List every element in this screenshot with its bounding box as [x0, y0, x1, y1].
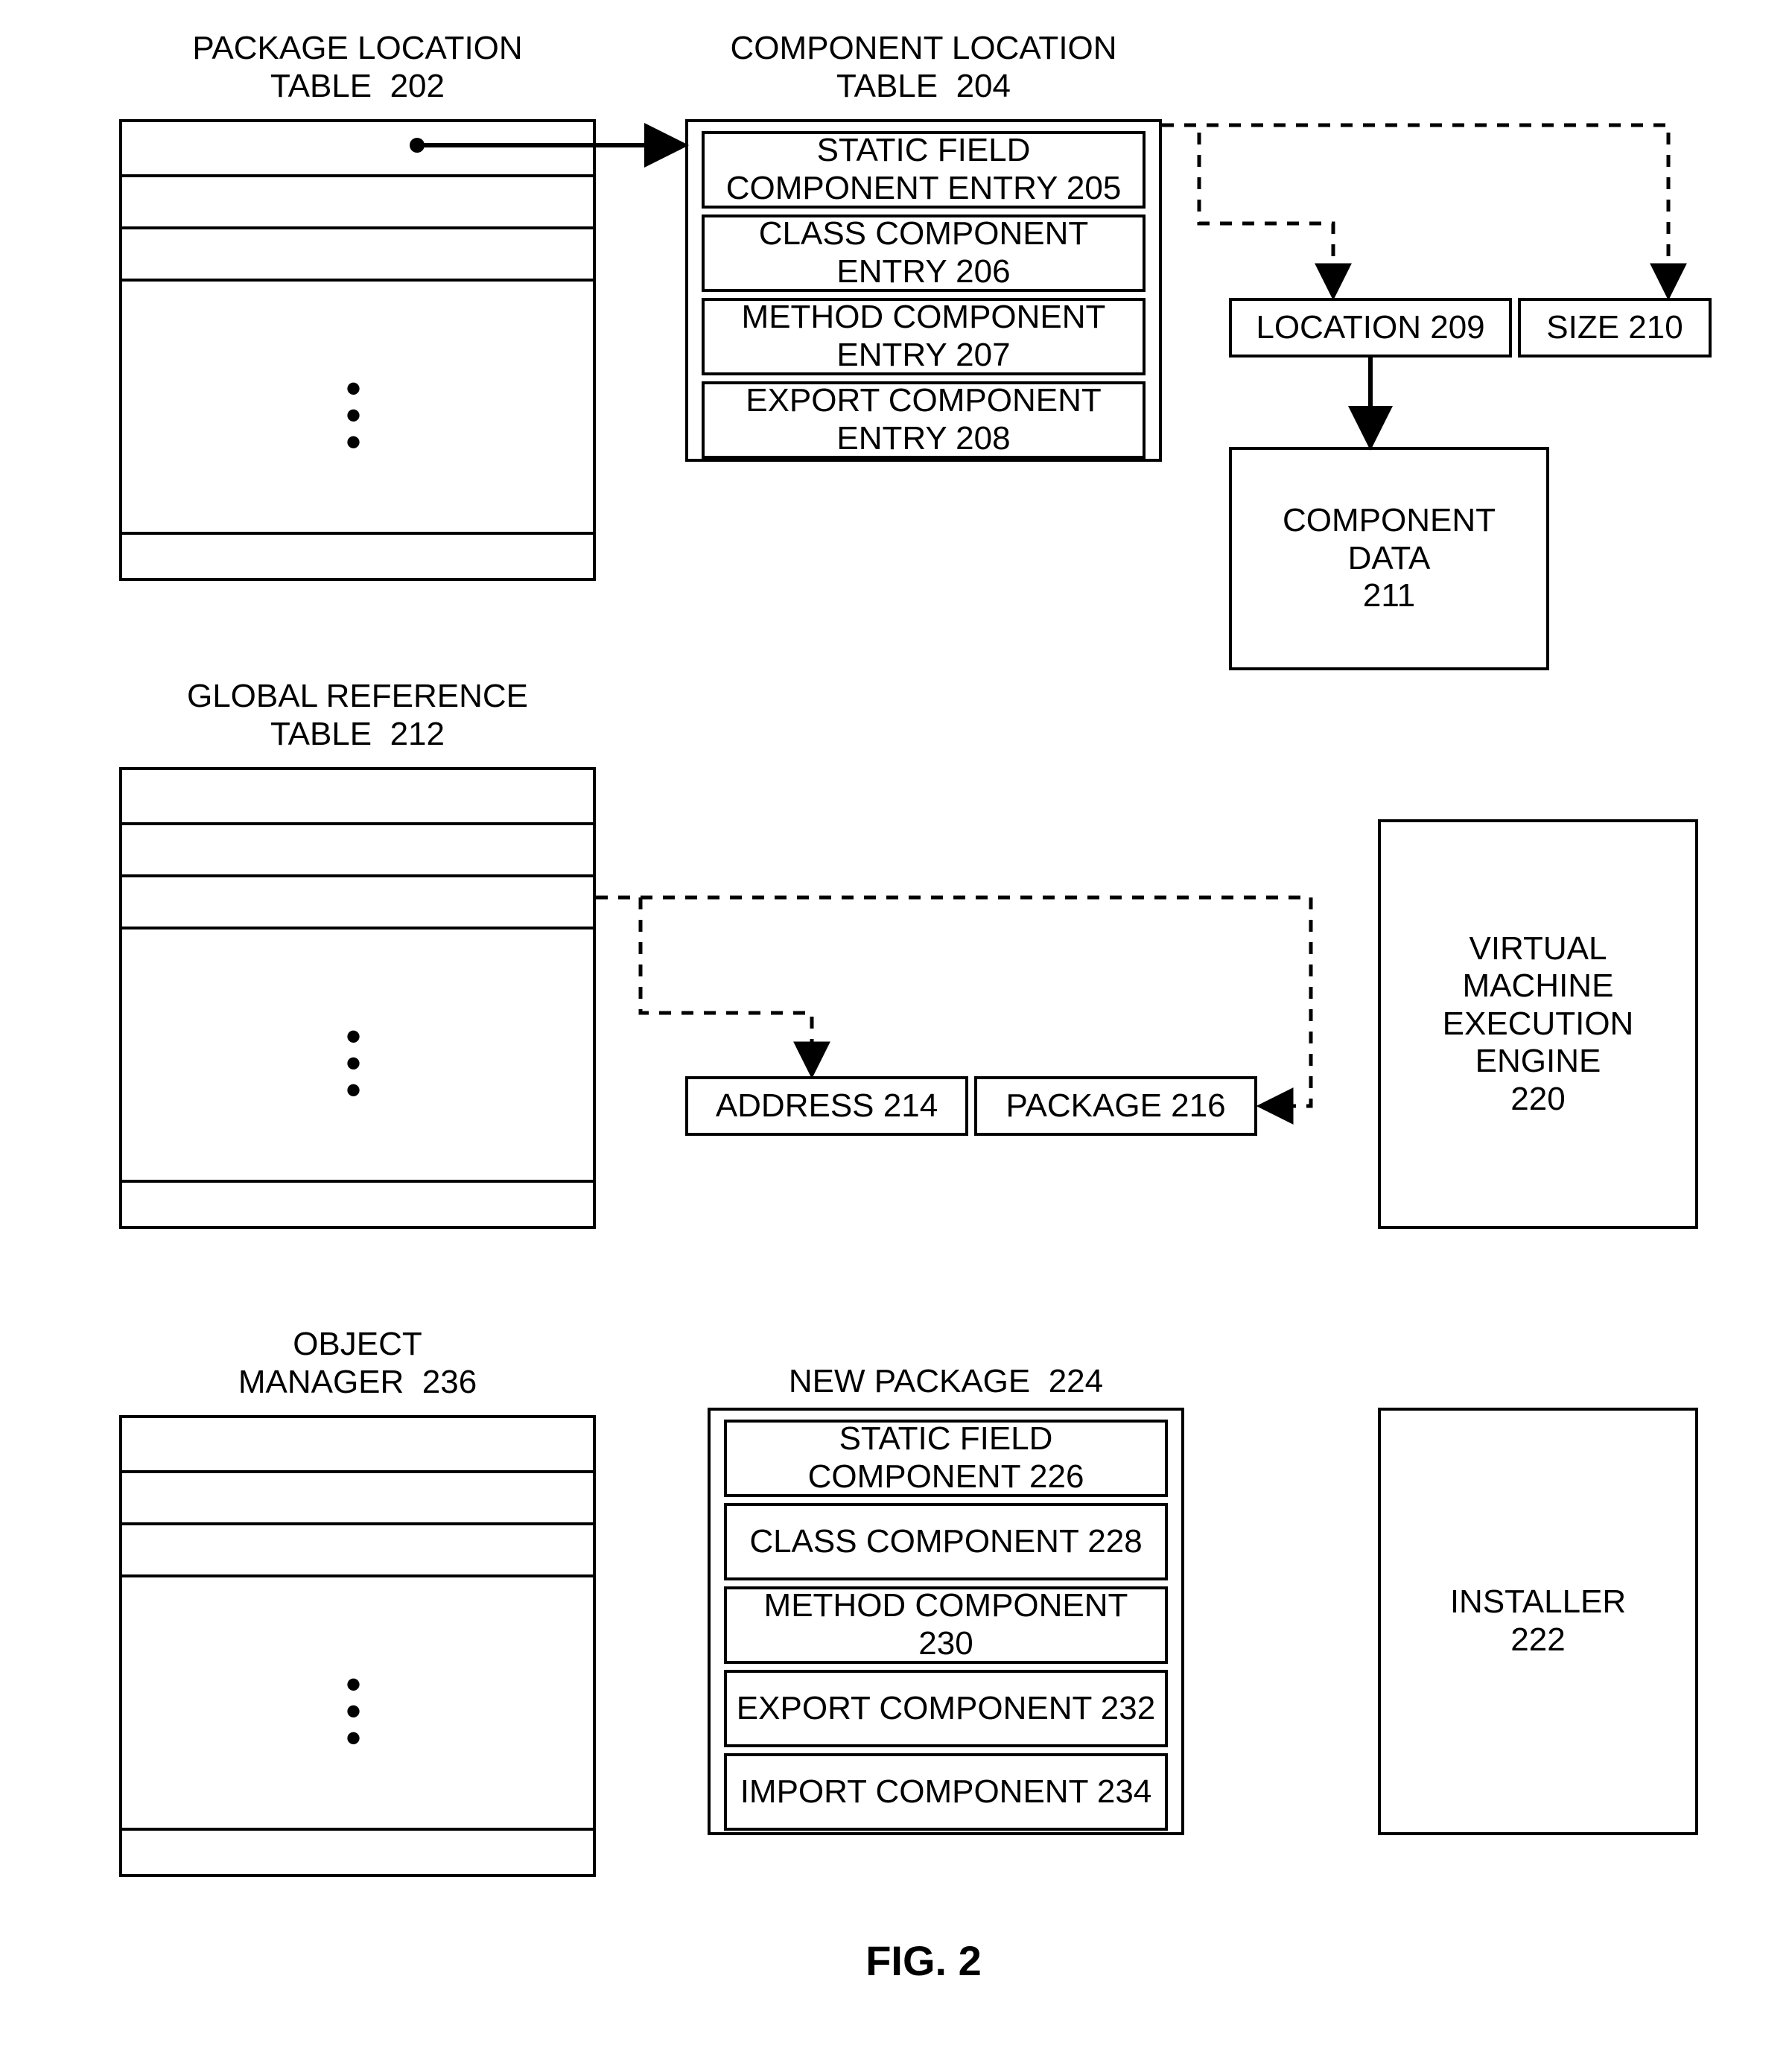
- installer-label: INSTALLER 222: [1450, 1583, 1626, 1659]
- ellipsis-dots: •••: [346, 1671, 361, 1752]
- address-field: ADDRESS 214: [685, 1076, 968, 1136]
- np-static-field: STATIC FIELD COMPONENT 226: [724, 1420, 1168, 1497]
- component-data-box: COMPONENT DATA 211: [1229, 447, 1549, 670]
- global-reference-table: •••: [119, 767, 596, 1229]
- size-field: SIZE 210: [1518, 298, 1712, 357]
- new-package-table: STATIC FIELD COMPONENT 226 CLASS COMPONE…: [708, 1408, 1184, 1835]
- np-method: METHOD COMPONENT 230: [724, 1586, 1168, 1664]
- object-manager-title: OBJECT MANAGER 236: [119, 1326, 596, 1401]
- class-component-entry: CLASS COMPONENT ENTRY 206: [702, 214, 1146, 292]
- package-location-table-title: PACKAGE LOCATION TABLE 202: [119, 30, 596, 105]
- np-class: CLASS COMPONENT 228: [724, 1503, 1168, 1580]
- component-location-table-title: COMPONENT LOCATION TABLE 204: [685, 30, 1162, 105]
- package-field: PACKAGE 216: [974, 1076, 1257, 1136]
- location-field: LOCATION 209: [1229, 298, 1512, 357]
- figure-label: FIG. 2: [775, 1936, 1073, 1985]
- ellipsis-dots: •••: [346, 1023, 361, 1104]
- component-location-table: STATIC FIELD COMPONENT ENTRY 205 CLASS C…: [685, 119, 1162, 462]
- object-manager-table: •••: [119, 1415, 596, 1877]
- global-reference-table-title: GLOBAL REFERENCE TABLE 212: [119, 678, 596, 753]
- component-data-label: COMPONENT DATA 211: [1283, 502, 1496, 615]
- virtual-machine-label: VIRTUAL MACHINE EXECUTION ENGINE 220: [1443, 930, 1634, 1119]
- installer-box: INSTALLER 222: [1378, 1408, 1698, 1835]
- package-location-table: •••: [119, 119, 596, 581]
- static-field-component-entry: STATIC FIELD COMPONENT ENTRY 205: [702, 131, 1146, 209]
- export-component-entry: EXPORT COMPONENT ENTRY 208: [702, 381, 1146, 459]
- new-package-title: NEW PACKAGE 224: [708, 1363, 1184, 1401]
- method-component-entry: METHOD COMPONENT ENTRY 207: [702, 298, 1146, 375]
- np-import: IMPORT COMPONENT 234: [724, 1753, 1168, 1831]
- ellipsis-dots: •••: [346, 375, 361, 456]
- virtual-machine-box: VIRTUAL MACHINE EXECUTION ENGINE 220: [1378, 819, 1698, 1229]
- np-export: EXPORT COMPONENT 232: [724, 1670, 1168, 1747]
